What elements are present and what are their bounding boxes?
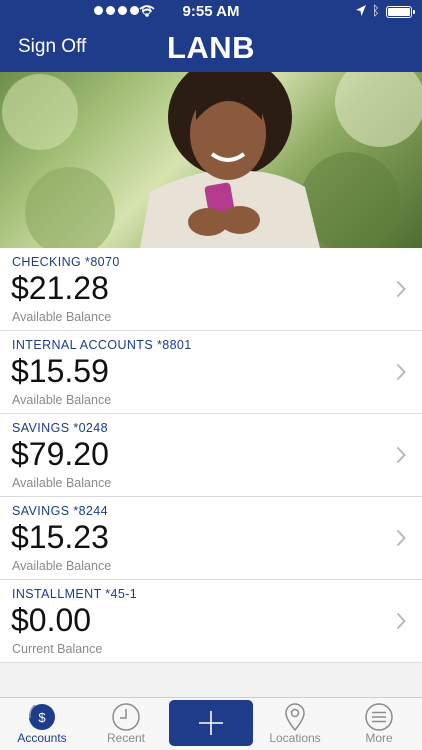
- map-pin-icon: [285, 703, 305, 732]
- bluetooth-icon: ᛒ: [372, 3, 380, 18]
- account-row-savings-8244[interactable]: SAVINGS *8244 $15.23 Available Balance: [0, 497, 422, 580]
- tab-bar: $ Accounts Recent Locations More: [0, 697, 422, 750]
- list-footer-space: [0, 663, 422, 697]
- location-arrow-icon: [356, 5, 366, 16]
- tab-label: Locations: [269, 731, 321, 745]
- account-balance: $0.00: [11, 602, 92, 638]
- chevron-right-icon: [396, 612, 406, 630]
- tab-accounts[interactable]: $ Accounts: [0, 698, 84, 750]
- menu-icon: [365, 703, 393, 731]
- account-name: CHECKING *8070: [12, 255, 120, 269]
- accounts-list: CHECKING *8070 $21.28 Available Balance …: [0, 248, 422, 663]
- chevron-right-icon: [396, 446, 406, 464]
- balance-label: Available Balance: [12, 310, 112, 324]
- page-title: LANB: [166, 30, 256, 65]
- account-balance: $15.59: [11, 353, 109, 389]
- tab-locations[interactable]: Locations: [253, 698, 337, 750]
- account-name: SAVINGS *8244: [12, 504, 108, 518]
- account-name: INSTALLMENT *45-1: [12, 587, 138, 601]
- account-row-savings-0248[interactable]: SAVINGS *0248 $79.20 Available Balance: [0, 414, 422, 497]
- tab-label: Recent: [106, 731, 146, 745]
- balance-label: Current Balance: [12, 642, 103, 656]
- tab-label: Accounts: [17, 731, 67, 745]
- account-name: INTERNAL ACCOUNTS *8801: [12, 338, 192, 352]
- account-row-checking[interactable]: CHECKING *8070 $21.28 Available Balance: [0, 248, 422, 331]
- account-balance: $79.20: [11, 436, 109, 472]
- chevron-right-icon: [396, 363, 406, 381]
- hero-image: [0, 72, 422, 248]
- account-balance: $21.28: [11, 270, 109, 306]
- account-row-internal[interactable]: INTERNAL ACCOUNTS *8801 $15.59 Available…: [0, 331, 422, 414]
- account-row-installment[interactable]: INSTALLMENT *45-1 $0.00 Current Balance: [0, 580, 422, 663]
- add-button[interactable]: [169, 700, 253, 746]
- tab-recent[interactable]: Recent: [84, 698, 168, 750]
- chevron-right-icon: [396, 529, 406, 547]
- clock-icon: [112, 703, 140, 731]
- nav-bar: Sign Off LANB: [0, 24, 422, 72]
- balance-label: Available Balance: [12, 393, 112, 407]
- tab-more[interactable]: More: [337, 698, 421, 750]
- dollar-coin-icon: $: [29, 704, 55, 730]
- account-balance: $15.23: [11, 519, 109, 555]
- account-name: SAVINGS *0248: [12, 421, 108, 435]
- balance-label: Available Balance: [12, 559, 112, 573]
- svg-text:$: $: [38, 710, 46, 725]
- status-bar: 9:55 AM ᛒ: [0, 0, 422, 24]
- chevron-right-icon: [396, 280, 406, 298]
- balance-label: Available Balance: [12, 476, 112, 490]
- plus-icon: [199, 711, 223, 735]
- battery-icon: [386, 6, 415, 18]
- tab-label: More: [365, 731, 393, 745]
